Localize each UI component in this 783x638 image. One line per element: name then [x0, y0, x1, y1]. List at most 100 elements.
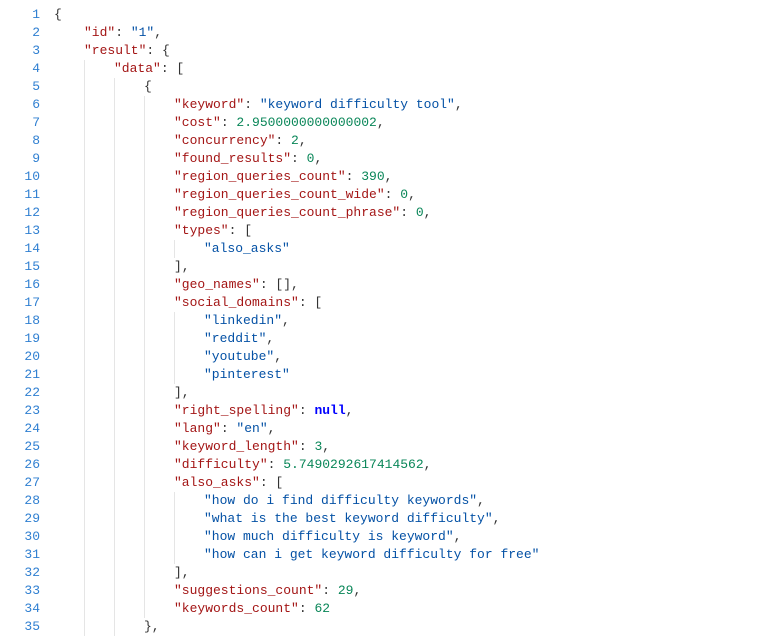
line-number: 30 [0, 528, 40, 546]
line-number: 19 [0, 330, 40, 348]
line-number: 7 [0, 114, 40, 132]
code-editor: 1234567891011121314151617181920212223242… [0, 0, 783, 638]
code-line: ], [54, 384, 539, 402]
code-line: "data": [ [54, 60, 539, 78]
json-key: "result" [84, 42, 146, 60]
json-punctuation: , [314, 150, 322, 168]
json-punctuation: : [244, 96, 260, 114]
line-number: 12 [0, 204, 40, 222]
json-key: "types" [174, 222, 229, 240]
json-punctuation: : [299, 600, 315, 618]
json-punctuation: , [274, 348, 282, 366]
line-number: 24 [0, 420, 40, 438]
json-punctuation: : [ [161, 60, 184, 78]
code-line: }, [54, 618, 539, 636]
json-key: "also_asks" [174, 474, 260, 492]
json-punctuation: : [322, 582, 338, 600]
line-number: 20 [0, 348, 40, 366]
code-line: { [54, 78, 539, 96]
json-punctuation: , [282, 312, 290, 330]
json-key: "geo_names" [174, 276, 260, 294]
json-keyword: null [314, 402, 345, 420]
json-string: "what is the best keyword difficulty" [204, 510, 493, 528]
json-number: 5.7490292617414562 [283, 456, 423, 474]
code-content: {"id": "1","result": {"data": [{"keyword… [48, 0, 539, 638]
line-number: 3 [0, 42, 40, 60]
code-line: "pinterest" [54, 366, 539, 384]
line-number: 22 [0, 384, 40, 402]
json-string: "youtube" [204, 348, 274, 366]
json-key: "data" [114, 60, 161, 78]
json-number: 2.9500000000000002 [236, 114, 376, 132]
json-punctuation: : [291, 150, 307, 168]
line-number: 29 [0, 510, 40, 528]
line-number: 33 [0, 582, 40, 600]
json-key: "id" [84, 24, 115, 42]
json-punctuation: ], [174, 384, 190, 402]
code-line: "region_queries_count_wide": 0, [54, 186, 539, 204]
json-string: "reddit" [204, 330, 266, 348]
json-punctuation: : [ [260, 474, 283, 492]
json-number: 390 [361, 168, 384, 186]
code-line: "how do i find difficulty keywords", [54, 492, 539, 510]
code-line: ], [54, 258, 539, 276]
json-number: 29 [338, 582, 354, 600]
json-punctuation: : [221, 420, 237, 438]
json-key: "keywords_count" [174, 600, 299, 618]
json-punctuation: : [385, 186, 401, 204]
code-line: "also_asks": [ [54, 474, 539, 492]
json-punctuation: : [221, 114, 237, 132]
code-line: "how can i get keyword difficulty for fr… [54, 546, 539, 564]
line-number: 11 [0, 186, 40, 204]
code-line: "keyword_length": 3, [54, 438, 539, 456]
json-punctuation: : [268, 456, 284, 474]
code-line: "concurrency": 2, [54, 132, 539, 150]
line-number: 21 [0, 366, 40, 384]
code-line: "difficulty": 5.7490292617414562, [54, 456, 539, 474]
json-punctuation: : [299, 438, 315, 456]
json-punctuation: , [154, 24, 162, 42]
code-line: "right_spelling": null, [54, 402, 539, 420]
line-number: 14 [0, 240, 40, 258]
json-key: "region_queries_count_phrase" [174, 204, 400, 222]
json-string: "en" [236, 420, 267, 438]
json-punctuation: , [477, 492, 485, 510]
line-number: 26 [0, 456, 40, 474]
json-key: "suggestions_count" [174, 582, 322, 600]
line-number: 27 [0, 474, 40, 492]
json-string: "how much difficulty is keyword" [204, 528, 454, 546]
line-number: 5 [0, 78, 40, 96]
json-key: "keyword_length" [174, 438, 299, 456]
json-key: "keyword" [174, 96, 244, 114]
json-punctuation: , [455, 96, 463, 114]
code-line: "how much difficulty is keyword", [54, 528, 539, 546]
json-key: "right_spelling" [174, 402, 299, 420]
line-number: 17 [0, 294, 40, 312]
json-string: "also_asks" [204, 240, 290, 258]
json-punctuation: , [424, 456, 432, 474]
code-line: "keyword": "keyword difficulty tool", [54, 96, 539, 114]
json-string: "linkedin" [204, 312, 282, 330]
json-punctuation: : [], [260, 276, 299, 294]
line-number: 10 [0, 168, 40, 186]
json-key: "lang" [174, 420, 221, 438]
json-punctuation: ], [174, 258, 190, 276]
json-string: "1" [131, 24, 154, 42]
code-line: "social_domains": [ [54, 294, 539, 312]
json-key: "difficulty" [174, 456, 268, 474]
code-line: "reddit", [54, 330, 539, 348]
json-punctuation: : [299, 402, 315, 420]
line-number: 9 [0, 150, 40, 168]
json-string: "how do i find difficulty keywords" [204, 492, 477, 510]
json-punctuation: , [299, 132, 307, 150]
json-punctuation: }, [144, 618, 160, 636]
line-number: 32 [0, 564, 40, 582]
json-punctuation: , [353, 582, 361, 600]
code-line: "suggestions_count": 29, [54, 582, 539, 600]
line-number: 28 [0, 492, 40, 510]
json-punctuation: : [346, 168, 362, 186]
line-number: 8 [0, 132, 40, 150]
json-punctuation: : [275, 132, 291, 150]
line-number: 16 [0, 276, 40, 294]
line-number: 25 [0, 438, 40, 456]
